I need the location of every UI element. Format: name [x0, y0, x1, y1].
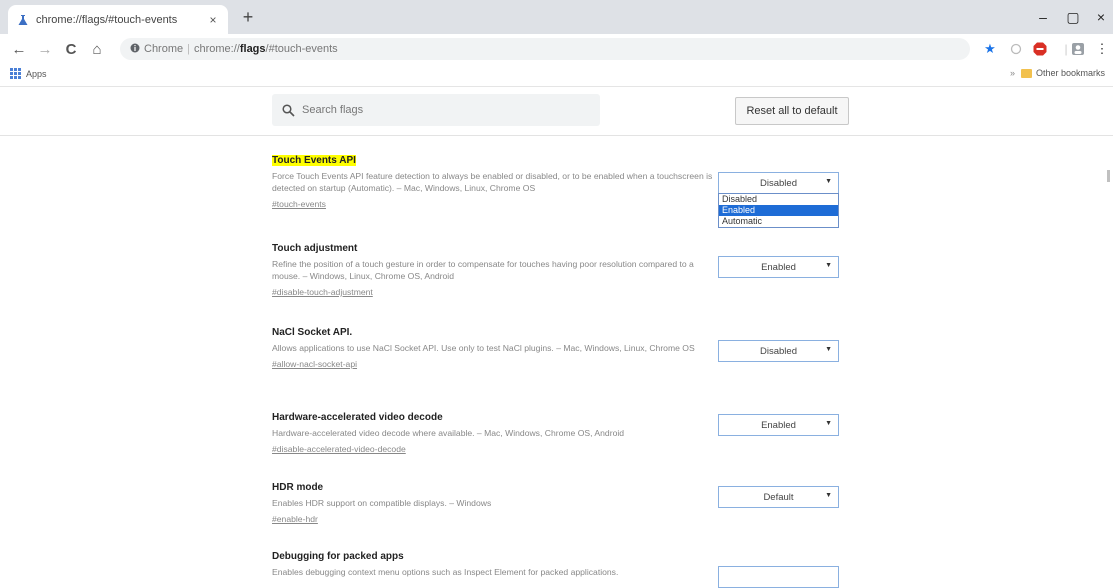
flag-description: Enables HDR support on compatible displa… [272, 498, 492, 508]
flag-title: NaCl Socket API. [272, 327, 353, 338]
flag-description: Hardware-accelerated video decode where … [272, 428, 625, 438]
apps-shortcut[interactable]: Apps [10, 68, 47, 79]
flag-title: HDR mode [272, 482, 324, 493]
site-scheme-label: Chrome [144, 43, 184, 55]
url-fragment: /#touch-events [265, 43, 338, 55]
omnibox-separator: | [187, 43, 190, 55]
dropdown-option-enabled[interactable]: Enabled [719, 205, 838, 216]
dropdown-option-automatic[interactable]: Automatic [719, 216, 838, 227]
chevron-down-icon: ▼ [825, 492, 832, 499]
forward-icon[interactable]: → [34, 38, 56, 60]
profile-avatar-icon[interactable] [1068, 40, 1088, 58]
flask-icon [16, 13, 30, 27]
flag-description: Enables debugging context menu options s… [272, 567, 619, 577]
flag-title: Hardware-accelerated video decode [272, 412, 443, 423]
video-decode-select[interactable]: Enabled ▼ [718, 414, 839, 436]
flag-title: Debugging for packed apps [272, 551, 404, 562]
chrome-info-icon[interactable] [130, 43, 140, 56]
flag-title: Touch adjustment [272, 243, 358, 254]
other-bookmarks[interactable]: » Other bookmarks [1010, 68, 1105, 78]
chevron-down-icon: ▼ [825, 178, 832, 185]
other-bookmarks-label: Other bookmarks [1035, 68, 1105, 78]
menu-kebab-icon[interactable]: ⋮ [1092, 40, 1112, 58]
flag-touch-events: Touch Events API Force Touch Events API … [272, 150, 722, 212]
select-value: Disabled [760, 345, 797, 357]
touch-events-select[interactable]: Disabled ▼ [718, 172, 839, 194]
apps-grid-icon [10, 68, 21, 79]
nacl-socket-select[interactable]: Disabled ▼ [718, 340, 839, 362]
flag-link[interactable]: #enable-hdr [272, 514, 318, 524]
maximize-button[interactable]: ▢ [1060, 6, 1086, 28]
flag-touch-adjustment: Touch adjustment Refine the position of … [272, 238, 722, 300]
touch-events-dropdown[interactable]: Disabled Enabled Automatic [718, 193, 839, 228]
search-flags-input[interactable]: Search flags [272, 94, 600, 126]
home-icon[interactable]: ⌂ [86, 38, 108, 60]
url-prefix: chrome:// [193, 43, 240, 55]
select-value: Enabled [761, 261, 796, 273]
url-host: flags [239, 43, 266, 55]
flag-hdr-mode: HDR mode Enables HDR support on compatib… [272, 477, 722, 527]
flag-accelerated-video-decode: Hardware-accelerated video decode Hardwa… [272, 407, 722, 457]
search-icon [282, 103, 296, 117]
apps-label: Apps [26, 68, 47, 79]
close-tab-icon[interactable]: × [206, 13, 220, 27]
address-bar[interactable]: Chrome | chrome://flags/#touch-events [120, 38, 970, 60]
flag-description: Allows applications to use NaCl Socket A… [272, 343, 695, 353]
touch-adjustment-select[interactable]: Enabled ▼ [718, 256, 839, 278]
reload-icon[interactable]: C [60, 38, 82, 60]
toolbar: ← → C ⌂ Chrome | chrome://flags/#touch-e… [0, 34, 1113, 64]
tab-flags[interactable]: chrome://flags/#touch-events × [8, 5, 228, 34]
search-placeholder: Search flags [302, 104, 364, 116]
minimize-button[interactable]: – [1030, 6, 1056, 28]
flags-header: Search flags Reset all to default [0, 87, 1113, 136]
tab-title: chrome://flags/#touch-events [36, 13, 178, 26]
dropdown-option-disabled[interactable]: Disabled [719, 194, 838, 205]
close-window-button[interactable]: × [1088, 6, 1113, 28]
hdr-mode-select[interactable]: Default ▼ [718, 486, 839, 508]
flag-link[interactable]: #touch-events [272, 199, 326, 209]
chevron-down-icon: ▼ [825, 346, 832, 353]
back-icon[interactable]: ← [8, 38, 30, 60]
flag-link[interactable]: #disable-accelerated-video-decode [272, 444, 406, 454]
adblock-icon[interactable] [1030, 40, 1050, 58]
select-value: Default [763, 491, 794, 503]
flag-link[interactable]: #disable-touch-adjustment [272, 287, 373, 297]
flag-description: Force Touch Events API feature detection… [272, 171, 713, 193]
scrollbar-thumb[interactable] [1107, 170, 1110, 182]
flag-description: Refine the position of a touch gesture i… [272, 259, 694, 281]
extension-icon[interactable] [1006, 40, 1026, 58]
bookmark-star-icon[interactable]: ★ [980, 40, 1000, 58]
reset-all-button[interactable]: Reset all to default [735, 97, 849, 125]
chevron-right-icon[interactable]: » [1010, 68, 1015, 78]
select-value: Enabled [761, 419, 796, 431]
bookmarks-bar: Apps » Other bookmarks [0, 64, 1113, 87]
chevron-down-icon: ▼ [825, 420, 832, 427]
new-tab-button[interactable]: + [237, 6, 259, 28]
tab-strip: chrome://flags/#touch-events × + – ▢ × [0, 0, 1113, 34]
select-value: Disabled [760, 177, 797, 189]
flag-debug-packed-apps: Debugging for packed apps Enables debugg… [272, 546, 722, 578]
chevron-down-icon: ▼ [825, 262, 832, 269]
debug-packed-apps-select[interactable] [718, 566, 839, 588]
flag-link[interactable]: #allow-nacl-socket-api [272, 359, 357, 369]
flag-title: Touch Events API [272, 155, 356, 166]
folder-icon [1020, 68, 1032, 78]
flag-nacl-socket-api: NaCl Socket API. Allows applications to … [272, 322, 722, 372]
